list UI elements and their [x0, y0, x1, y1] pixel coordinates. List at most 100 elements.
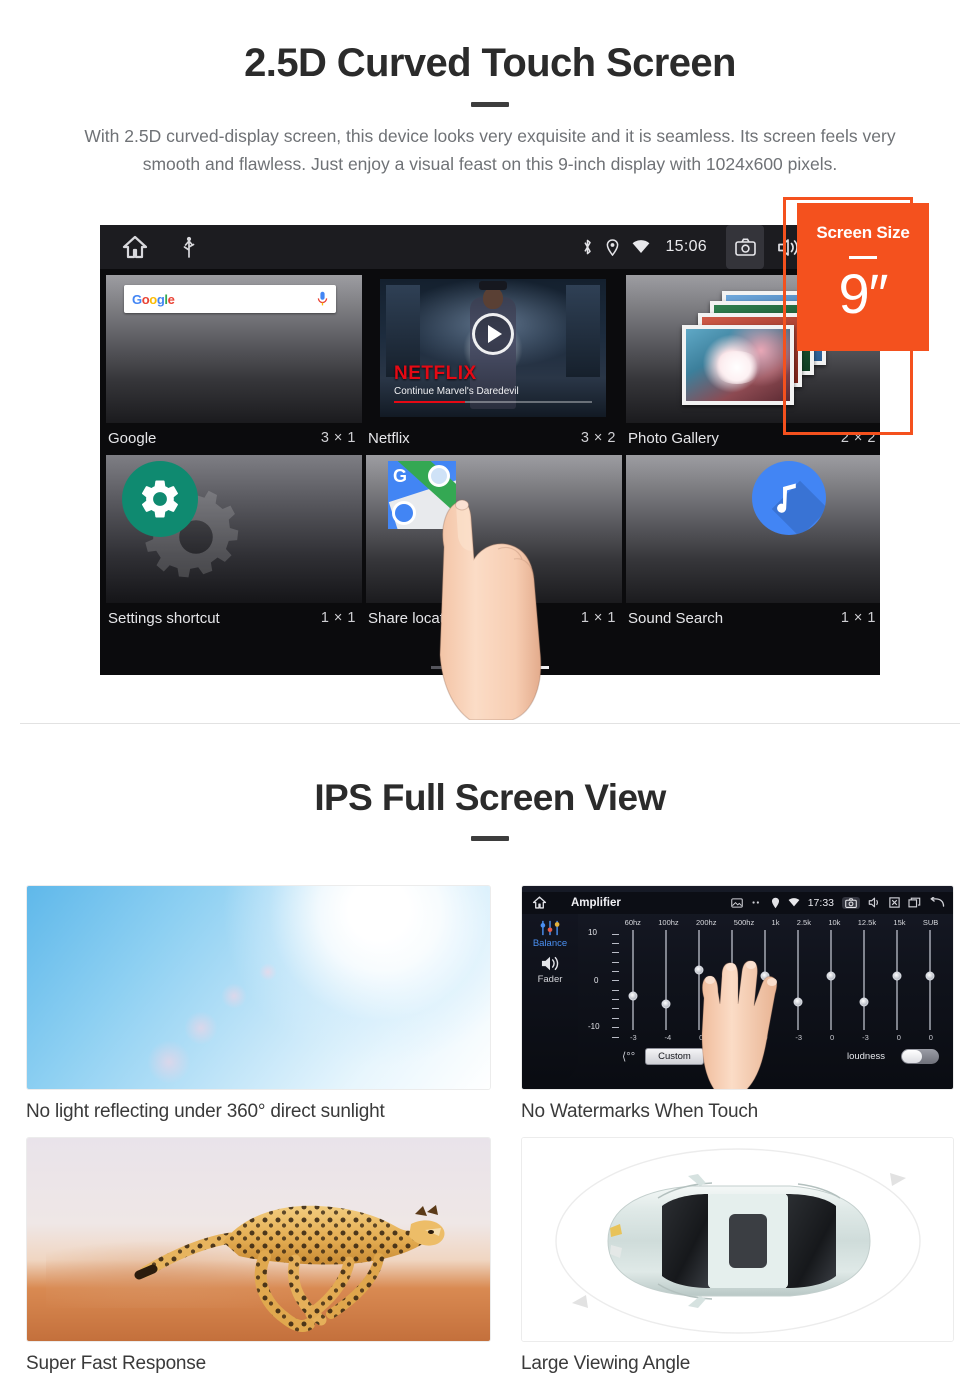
page-indicator[interactable]	[100, 666, 880, 669]
equalizer-sliders-icon[interactable]	[539, 920, 561, 936]
music-note-icon	[752, 461, 826, 535]
amp-value: -3	[862, 1032, 869, 1042]
amplifier-equalizer-screenshot: Amplifier 17:33 Balance Fader 60hz 100hz…	[521, 884, 954, 1090]
person-pin-icon	[392, 501, 416, 525]
loudness-label: loudness	[846, 1050, 885, 1062]
widget-item-settings-shortcut[interactable]: Settings shortcut 1 × 1	[106, 455, 362, 633]
camera-icon[interactable]	[726, 225, 764, 269]
widget-item-share-location[interactable]: G Share location 1 × 1	[366, 455, 622, 633]
loudness-toggle[interactable]	[901, 1048, 939, 1064]
running-cheetah-photo	[26, 1136, 491, 1342]
amp-side-panel: Balance Fader	[522, 913, 578, 1083]
amp-band-label: 500hz	[733, 917, 755, 927]
amp-band-label: 10k	[828, 917, 841, 927]
google-search-widget: Google	[106, 275, 362, 423]
wifi-icon	[632, 240, 650, 254]
feature-card-fast-response: Super Fast Response	[26, 1136, 491, 1375]
title-underline-rule	[471, 102, 509, 107]
curved-touch-screen-section: 2.5D Curved Touch Screen With 2.5D curve…	[0, 0, 980, 724]
amp-band-label: 60hz	[624, 917, 641, 927]
page-dot-active[interactable]	[519, 666, 549, 669]
status-bar: 15:06	[100, 225, 880, 269]
widget-item-google[interactable]: Google Google 3 × 1	[106, 275, 362, 453]
status-bar-clock: 15:06	[665, 238, 707, 255]
amp-band-labels: 60hz 100hz 200hz 500hz 1k 2.5k 10k 12.5k…	[582, 918, 947, 927]
widget-label: Sound Search	[628, 609, 724, 627]
home-icon[interactable]	[532, 896, 547, 909]
widget-label: Photo Gallery	[628, 429, 719, 447]
location-icon	[606, 238, 619, 256]
amp-slider[interactable]	[661, 929, 671, 1030]
amp-scale-top: 10	[588, 927, 597, 937]
widget-item-sound-search[interactable]: Sound Search 1 × 1	[626, 455, 880, 633]
amp-slider[interactable]	[859, 929, 869, 1030]
widget-label: Google	[108, 429, 157, 447]
amp-band-label: 15k	[893, 917, 906, 927]
wifi-icon	[788, 898, 800, 907]
widget-size: 1 × 1	[840, 610, 876, 626]
speaker-icon[interactable]	[539, 955, 561, 972]
card-caption: No Watermarks When Touch	[521, 1100, 759, 1122]
screen-size-label: Screen Size	[816, 223, 910, 242]
prev-preset-icon[interactable]: ⟨°°	[622, 1050, 635, 1063]
amp-clock: 17:33	[807, 896, 834, 909]
maps-g-letter: G	[393, 466, 408, 486]
google-search-bar[interactable]: Google	[124, 285, 336, 313]
amp-band-label: 100hz	[658, 917, 679, 927]
feature-card-sunlight: No light reflecting under 360° direct su…	[26, 884, 491, 1123]
camera-icon[interactable]	[842, 896, 860, 909]
widget-item-netflix[interactable]: NETFLIX Continue Marvel's Daredevil Netf…	[366, 275, 622, 453]
amp-slider[interactable]	[628, 929, 638, 1030]
google-maps-widget: G	[366, 455, 622, 603]
amp-slider[interactable]	[826, 929, 836, 1030]
more-dots-icon	[751, 900, 763, 905]
amp-band-label: 12.5k	[857, 917, 877, 927]
amp-band-label: 2.5k	[796, 917, 811, 927]
microphone-icon[interactable]	[317, 291, 328, 307]
open-hand-illustration	[686, 942, 794, 1089]
widget-grid: Google Google 3 × 1 NETFLIX Continue Mar…	[100, 269, 880, 633]
card-caption: Super Fast Response	[26, 1352, 206, 1374]
usb-icon[interactable]	[182, 236, 196, 258]
recents-icon[interactable]	[908, 897, 921, 908]
netflix-brand: NETFLIX	[394, 363, 477, 384]
amp-value: -4	[664, 1032, 672, 1042]
back-arrow-icon[interactable]	[929, 897, 945, 908]
page-dot[interactable]	[475, 666, 505, 669]
amp-value: 0	[896, 1032, 901, 1042]
page-dot[interactable]	[431, 666, 461, 669]
section-two-title: IPS Full Screen View	[314, 777, 666, 818]
amp-slider[interactable]	[793, 929, 803, 1030]
amp-value: 0	[830, 1032, 835, 1042]
card-caption: Large Viewing Angle	[521, 1352, 691, 1374]
amp-balance-label[interactable]: Balance	[533, 938, 567, 949]
section-two-underline-rule	[471, 835, 509, 841]
amp-title: Amplifier	[571, 896, 621, 909]
amp-slider[interactable]	[892, 929, 902, 1030]
amp-slider[interactable]	[925, 929, 935, 1030]
feature-card-viewing-angle: Large Viewing Angle	[521, 1136, 954, 1375]
home-icon[interactable]	[122, 235, 148, 259]
volume-icon[interactable]	[868, 897, 881, 908]
amp-fader-label[interactable]: Fader	[538, 974, 563, 985]
gallery-icon	[730, 897, 743, 908]
sound-search-widget	[626, 455, 880, 603]
widget-label: Settings shortcut	[108, 609, 220, 627]
gear-icon	[122, 461, 198, 537]
amp-status-bar: Amplifier 17:33	[522, 891, 953, 914]
play-icon[interactable]	[472, 313, 514, 355]
amp-value: -3	[629, 1032, 637, 1042]
feature-card-grid: No light reflecting under 360° direct su…	[26, 884, 954, 1375]
amp-scale-bottom: -10	[588, 1021, 600, 1031]
card-caption: No light reflecting under 360° direct su…	[26, 1100, 385, 1122]
amp-value: 0	[928, 1032, 933, 1042]
intro-paragraph: With 2.5D curved-display screen, this de…	[84, 126, 896, 174]
widget-size: 1 × 1	[320, 610, 356, 626]
location-icon	[771, 897, 780, 909]
widget-label: Share location	[368, 609, 464, 627]
settings-gear-widget	[106, 455, 362, 603]
netflix-widget: NETFLIX Continue Marvel's Daredevil	[366, 275, 622, 423]
screen-size-badge: Screen Size 9″	[797, 203, 929, 351]
bluetooth-icon	[582, 238, 593, 256]
close-box-icon[interactable]	[889, 897, 900, 908]
